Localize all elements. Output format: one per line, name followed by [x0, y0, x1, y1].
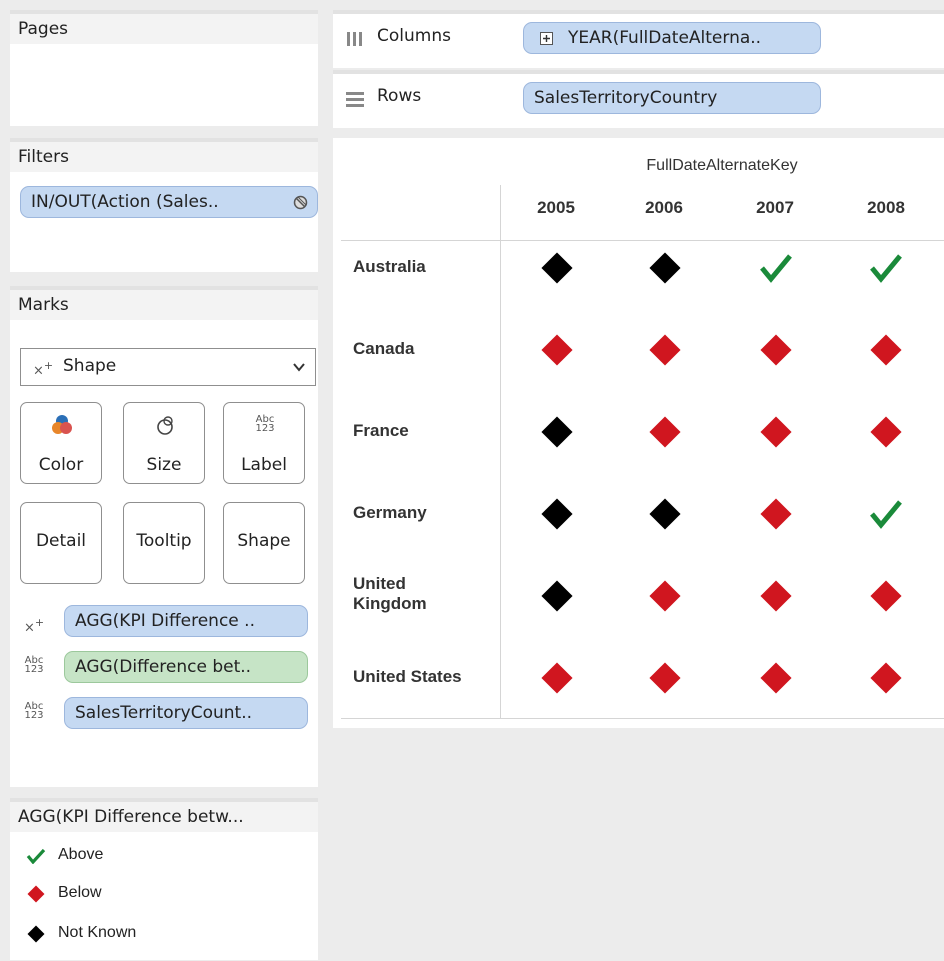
marks-card: Marks ×+ Shape Color Size Abc 123 Label …: [10, 286, 318, 787]
checkmark-icon: [26, 848, 46, 864]
year-header-2008: 2008: [867, 198, 905, 217]
filter-set-icon: [293, 195, 308, 210]
filters-card: Filters IN/OUT(Action (Sales..: [10, 138, 318, 272]
row-header-australia: Australia: [353, 257, 426, 276]
filters-title: Filters: [10, 142, 318, 172]
columns-shelf-label: Columns: [377, 26, 451, 46]
marks-title: Marks: [10, 290, 318, 320]
detail-button[interactable]: Detail: [20, 502, 102, 584]
checkmark-mark-australia-2008[interactable]: [869, 253, 903, 283]
chevron-down-icon: [293, 363, 305, 372]
expand-plus-icon[interactable]: [540, 32, 553, 45]
rows-shelf-icon: [346, 92, 364, 107]
legend-title: AGG(KPI Difference betw...: [10, 802, 318, 832]
shape-mark-icon: ×+: [33, 359, 54, 379]
shape-field-icon: ×+: [24, 616, 45, 636]
mark-type-dropdown[interactable]: ×+ Shape: [20, 348, 316, 386]
label-button[interactable]: Abc 123 Label: [223, 402, 305, 484]
columns-shelf-icon: [347, 32, 362, 46]
color-palette-icon: [52, 415, 72, 434]
size-button-label: Size: [146, 455, 182, 475]
legend-item-below[interactable]: Below: [27, 884, 102, 903]
marks-field-sales-territory-country[interactable]: SalesTerritoryCount..: [64, 697, 308, 729]
shape-button[interactable]: Shape: [223, 502, 305, 584]
checkmark-mark-australia-2007[interactable]: [759, 253, 793, 283]
tooltip-button-label: Tooltip: [136, 531, 192, 551]
rows-shelf-label: Rows: [377, 86, 422, 106]
pages-title: Pages: [10, 14, 318, 44]
columns-pill-year[interactable]: YEAR(FullDateAlterna..: [523, 22, 821, 54]
view-bottom-border: [341, 718, 944, 719]
header-divider-horizontal: [341, 240, 944, 241]
mark-type-value: Shape: [63, 356, 117, 376]
legend-item-above[interactable]: Above: [26, 846, 103, 864]
size-button[interactable]: Size: [123, 402, 205, 484]
column-field-header: FullDateAlternateKey: [646, 157, 798, 174]
tooltip-button[interactable]: Tooltip: [123, 502, 205, 584]
columns-shelf: Columns YEAR(FullDateAlterna..: [333, 10, 944, 68]
marks-field-difference-between[interactable]: AGG(Difference bet..: [64, 651, 308, 683]
year-header-2006: 2006: [645, 198, 683, 217]
row-header-united-kingdom: United Kingdom: [353, 574, 427, 613]
size-icon: [157, 416, 173, 435]
color-button[interactable]: Color: [20, 402, 102, 484]
year-header-2007: 2007: [756, 198, 794, 217]
shape-legend-card: AGG(KPI Difference betw... Above Below N…: [10, 798, 318, 960]
row-header-germany: Germany: [353, 503, 427, 522]
pages-card: Pages: [10, 10, 318, 126]
row-header-canada: Canada: [353, 339, 415, 358]
year-header-2005: 2005: [537, 198, 575, 217]
text-field-icon: Abc 123: [24, 655, 44, 675]
checkmark-mark-germany-2008[interactable]: [869, 499, 903, 529]
text-field-icon: Abc 123: [24, 701, 44, 721]
row-header-united-states: United States: [353, 667, 462, 686]
filter-pill-label: IN/OUT(Action (Sales..: [31, 192, 219, 212]
detail-button-label: Detail: [35, 531, 87, 551]
rows-pill-sales-territory-country[interactable]: SalesTerritoryCountry: [523, 82, 821, 114]
abc-123-icon: Abc 123: [255, 414, 275, 434]
row-header-france: France: [353, 421, 409, 440]
rows-shelf: Rows SalesTerritoryCountry: [333, 70, 944, 128]
header-divider-vertical: [500, 185, 501, 718]
filter-pill-in-out-action[interactable]: IN/OUT(Action (Sales..: [20, 186, 318, 218]
legend-item-not-known[interactable]: Not Known: [27, 924, 136, 943]
color-button-label: Color: [38, 455, 84, 475]
marks-field-kpi-difference[interactable]: AGG(KPI Difference ..: [64, 605, 308, 637]
shape-button-label: Shape: [237, 531, 291, 551]
label-button-label: Label: [241, 455, 287, 475]
